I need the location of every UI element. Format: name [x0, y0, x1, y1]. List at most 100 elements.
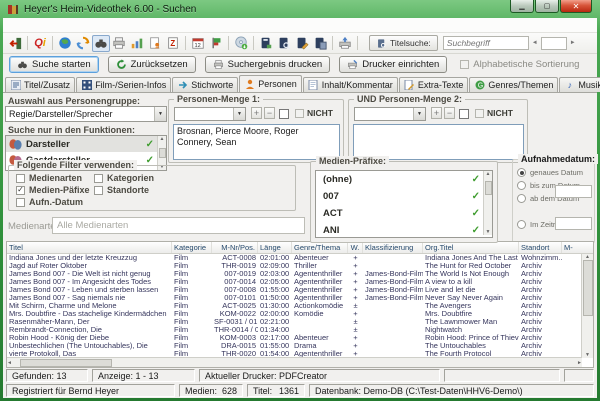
scroll-down-icon: ▼ [486, 229, 491, 235]
register-z-icon[interactable]: Z [164, 35, 182, 52]
printer-icon[interactable] [110, 35, 128, 52]
maximize-button[interactable]: ▢ [535, 0, 559, 13]
printer-setup-button[interactable]: Drucker einrichten [339, 56, 447, 73]
chevron-down-icon: ▼ [233, 108, 245, 120]
media-copy-icon[interactable] [311, 35, 329, 52]
clear-set-button-2[interactable] [459, 109, 469, 119]
result-row[interactable]: Robin Hood - König der DiebeFilm KOM-000… [7, 334, 582, 342]
tab-strip: Titel/Zusatz Film-/Serien-Infos Stichwor… [3, 75, 597, 92]
result-row[interactable]: Unbestechlichen (The Untouchables), DieF… [7, 342, 582, 350]
filter-checkbox[interactable]: ✓ [16, 186, 25, 195]
person-set-2-select[interactable]: ▼ [354, 107, 426, 121]
record-number-input[interactable] [541, 37, 567, 50]
results-vertical-scrollbar[interactable]: ▲▼ [581, 254, 593, 358]
date-input-1[interactable] [555, 185, 592, 198]
refresh-icon[interactable] [74, 35, 92, 52]
media-save-icon[interactable] [257, 35, 275, 52]
result-row[interactable]: Mit Schirm, Charme und MeloneFilm ACT-00… [7, 302, 582, 310]
nav-next-icon[interactable]: ► [570, 40, 576, 46]
filter-option[interactable]: Standorte [94, 184, 154, 196]
svg-text:Z: Z [170, 39, 175, 48]
minimize-button[interactable]: ▁ [510, 0, 534, 13]
close-button[interactable]: ✕ [560, 0, 592, 13]
print-results-button[interactable]: Suchergebnis drucken [205, 56, 331, 73]
results-header[interactable]: TitelKategorie M-Nr/Pos.Länge Genre/Them… [7, 242, 594, 254]
action-bar: Suche starten Zurücksetzen Suchergebnis … [3, 54, 597, 75]
tab-personen[interactable]: Personen [239, 75, 302, 92]
filter-checkbox[interactable] [94, 174, 103, 183]
result-row[interactable]: James Bond 007 - Sag niemals nieFilm 007… [7, 294, 582, 302]
result-row[interactable]: James Bond 007 - Die Welt ist nicht genu… [7, 270, 582, 278]
result-row[interactable]: James Bond 007 - Leben und sterben lasse… [7, 286, 582, 294]
window-title: Heyer's Heim-Videothek 6.00 - Suchen [24, 4, 196, 15]
prefix-item[interactable]: 007 ✓ [316, 188, 483, 205]
reset-button[interactable]: Zurücksetzen [108, 56, 196, 73]
date-option-exact[interactable]: genaues Datum [517, 168, 583, 177]
result-row[interactable]: Indiana Jones und der letzte KreuzzugFil… [7, 254, 582, 262]
tab-extra-texte[interactable]: Extra-Texte [399, 77, 469, 92]
result-row[interactable]: Rasenmäher-Mann, DerFilm SF-0031 / 0102:… [7, 318, 582, 326]
radio-icon[interactable] [517, 181, 526, 190]
alpha-sort-checkbox[interactable] [460, 60, 469, 69]
filter-option[interactable]: Medienarten [16, 172, 92, 184]
exit-icon[interactable] [6, 35, 24, 52]
filter-option[interactable]: ✓ Medien-Päfixe [16, 184, 92, 196]
person-set-2-group: UND Personen-Menge 2: ▼ + − NICHT [348, 99, 528, 163]
filter-checkbox[interactable] [16, 198, 25, 207]
tab-genres-themen[interactable]: GGenres/Themen [469, 77, 558, 92]
clear-set-button[interactable] [279, 109, 289, 119]
alpha-sort-option[interactable]: Alphabetische Sortierung [460, 59, 579, 70]
web-icon[interactable] [56, 35, 74, 52]
add-person-button[interactable]: + [251, 107, 262, 119]
tab-stichworte[interactable]: Stichworte [172, 77, 238, 92]
prefix-item[interactable]: (ohne) ✓ [316, 171, 483, 188]
date-input-2[interactable] [555, 217, 592, 230]
radio-icon[interactable] [517, 220, 526, 229]
media-types-input[interactable] [52, 217, 305, 234]
filter-checkbox[interactable] [94, 186, 103, 195]
person-set-1-textarea[interactable]: Brosnan, Pierce Moore, Roger Connery, Se… [173, 124, 340, 160]
prefix-scrollbar[interactable]: ▲▼ [483, 171, 492, 235]
binoculars-icon [17, 59, 28, 70]
filter-option[interactable]: Kategorien [94, 172, 154, 184]
tab-inhalt-kommentar[interactable]: Inhalt/Kommentar [303, 77, 398, 92]
function-item-darsteller[interactable]: Darsteller ✓ [6, 136, 157, 152]
statistics-chart-icon[interactable] [128, 35, 146, 52]
tab-titel-zusatz[interactable]: Titel/Zusatz [5, 77, 75, 92]
person-set-1-select[interactable]: ▼ [174, 107, 246, 121]
remove-person-button-2[interactable]: − [444, 107, 455, 119]
media-search-icon[interactable] [275, 35, 293, 52]
radio-icon[interactable] [517, 194, 526, 203]
nav-previous-icon[interactable]: ◄ [532, 40, 538, 46]
scroll-right-icon: ► [577, 360, 582, 366]
result-row[interactable]: Rembrandt-Connection, DieFilm THR-0014 /… [7, 326, 582, 334]
filter-option[interactable]: Aufn.-Datum [16, 196, 92, 208]
person-preview-icon[interactable] [146, 35, 164, 52]
results-horizontal-scrollbar[interactable]: ◄► [7, 357, 582, 367]
qi-logo-icon[interactable]: Qi [31, 35, 49, 52]
result-row[interactable]: James Bond 007 - Im Angesicht des TodesF… [7, 278, 582, 286]
tab-musik[interactable]: ♪Musik [559, 77, 600, 92]
media-edit-icon[interactable] [293, 35, 311, 52]
title-search-button[interactable]: Titelsuche: [369, 35, 438, 51]
print-preview-icon[interactable] [336, 35, 354, 52]
result-row[interactable]: Jagd auf Roter OktoberFilm THR-001902:09… [7, 262, 582, 270]
result-row[interactable]: Mrs. Doubtfire - Das stachelige Kindermä… [7, 310, 582, 318]
search-binoculars-icon[interactable] [92, 35, 110, 52]
remove-person-button[interactable]: − [264, 107, 275, 119]
add-person-button-2[interactable]: + [431, 107, 442, 119]
search-input[interactable] [443, 36, 529, 50]
person-set-2-textarea[interactable] [353, 124, 524, 160]
cd-export-icon[interactable] [232, 35, 250, 52]
prefix-item[interactable]: ACT ✓ [316, 205, 483, 222]
not-checkbox-1[interactable] [295, 109, 304, 118]
radio-icon[interactable] [517, 168, 526, 177]
person-group-select[interactable]: Regie/Darsteller/Sprecher▼ [5, 106, 167, 122]
not-checkbox-2[interactable] [475, 109, 484, 118]
flag-marker-icon[interactable] [207, 35, 225, 52]
start-search-button[interactable]: Suche starten [9, 56, 99, 73]
filter-checkbox[interactable] [16, 174, 25, 183]
calendar-icon[interactable]: 12 [189, 35, 207, 52]
prefix-item[interactable]: ANI ✓ [316, 222, 483, 238]
tab-film-serien-infos[interactable]: Film-/Serien-Infos [76, 77, 171, 92]
